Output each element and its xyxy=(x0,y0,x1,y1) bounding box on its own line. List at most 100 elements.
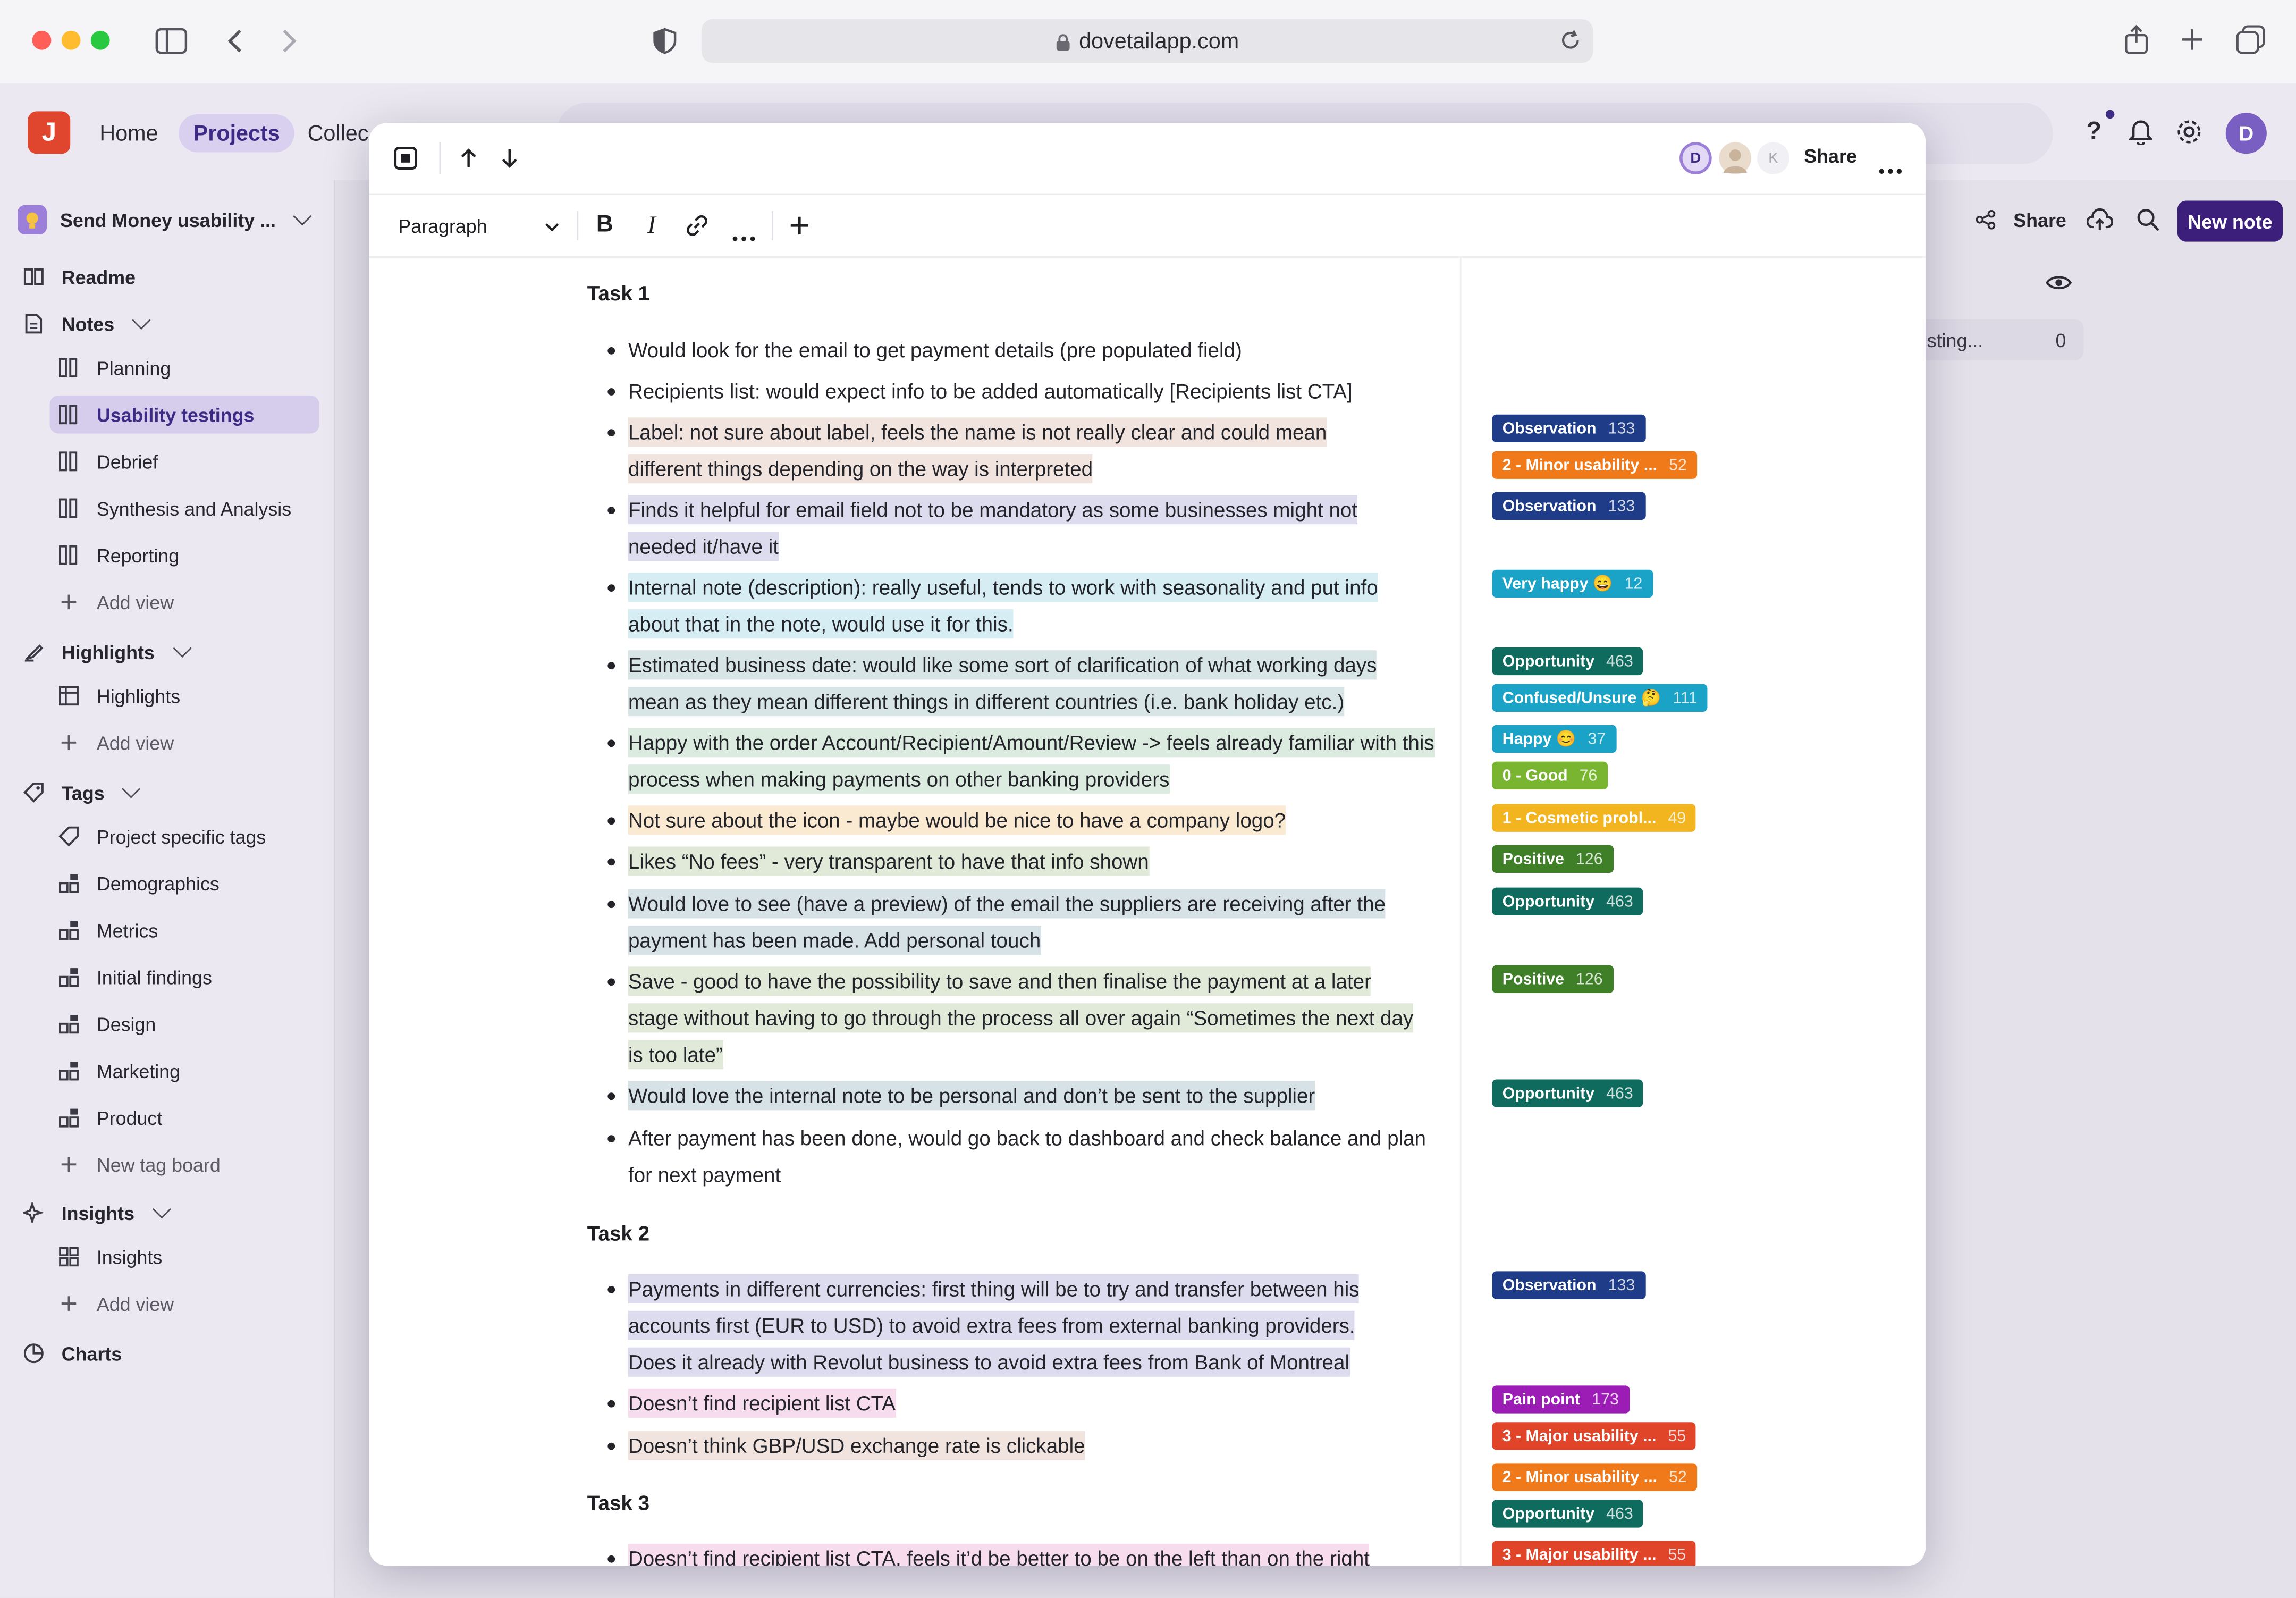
note-body[interactable]: Task 1 Would look for the email to get p… xyxy=(369,257,1462,1566)
tag-badge[interactable]: Opportunity 463 xyxy=(1492,1500,1644,1528)
highlighted-text[interactable]: Internal note (description): really usef… xyxy=(628,573,1378,639)
add-view-button[interactable]: Add view xyxy=(58,724,174,762)
help-icon[interactable]: ? xyxy=(2081,117,2107,146)
list-item[interactable]: Doesn’t find recipient list CTA, feels i… xyxy=(607,1541,1507,1566)
tag-badge[interactable]: Confused/Unsure 🤔 111 xyxy=(1492,684,1708,712)
app-logo[interactable]: J xyxy=(28,111,71,154)
tag-badge[interactable]: 2 - Minor usability ... 52 xyxy=(1492,1463,1698,1491)
link-icon[interactable] xyxy=(684,212,711,239)
sidebar-item-metrics[interactable]: Metrics xyxy=(58,911,158,949)
tag-badge[interactable]: Opportunity 463 xyxy=(1492,647,1644,676)
italic-icon[interactable]: I xyxy=(638,209,665,242)
list-item[interactable]: Would love the internal note to be perso… xyxy=(607,1078,1448,1115)
highlighted-text[interactable]: Estimated business date: would like some… xyxy=(628,650,1377,717)
tag-badge[interactable]: Pain point 173 xyxy=(1492,1385,1630,1414)
arrow-up-icon[interactable] xyxy=(457,145,480,172)
highlighted-text[interactable]: Finds it helpful for email field not to … xyxy=(628,495,1358,561)
modal-share-button[interactable]: Share xyxy=(1804,145,1857,167)
sidebar-section-notes[interactable]: Notes xyxy=(23,305,151,343)
list-item[interactable]: Would love to see (have a preview) of th… xyxy=(607,886,1426,960)
highlighted-text[interactable]: Likes “No fees” - very transparent to ha… xyxy=(628,846,1149,876)
more-options-icon[interactable] xyxy=(1879,155,1902,174)
sidebar-item-debrief[interactable]: Debrief xyxy=(58,442,158,481)
list-item[interactable]: Doesn’t find recipient list CTA xyxy=(607,1385,1448,1422)
forward-icon[interactable] xyxy=(278,27,301,56)
highlighted-text[interactable]: Would love the internal note to be perso… xyxy=(628,1081,1315,1111)
sidebar-item-product[interactable]: Product xyxy=(58,1098,162,1137)
sidebar-item-project-specific-tags[interactable]: Project specific tags xyxy=(58,817,266,855)
bold-icon[interactable]: B xyxy=(592,209,618,242)
list-item[interactable]: Happy with the order Account/Recipient/A… xyxy=(607,725,1441,798)
list-item[interactable]: After payment has been done, would go ba… xyxy=(607,1121,1426,1194)
highlighted-text[interactable]: Save - good to have the possibility to s… xyxy=(628,966,1414,1070)
tab-overview-icon[interactable] xyxy=(2236,25,2265,54)
highlighted-text[interactable]: Would love to see (have a preview) of th… xyxy=(628,889,1386,955)
upload-cloud-icon[interactable] xyxy=(2087,206,2113,233)
highlighted-text[interactable]: Payments in different currencies: first … xyxy=(628,1274,1360,1377)
search-icon[interactable] xyxy=(2135,206,2162,233)
tag-badge[interactable]: Positive 126 xyxy=(1492,845,1613,873)
zoom-window-button[interactable] xyxy=(90,30,110,50)
list-item[interactable]: Label: not sure about label, feels the n… xyxy=(607,415,1390,488)
sidebar-section-tags[interactable]: Tags xyxy=(23,773,141,812)
add-view-button[interactable]: Add view xyxy=(58,583,174,621)
list-item[interactable]: Finds it helpful for email field not to … xyxy=(607,492,1404,566)
highlighted-text[interactable]: Doesn’t find recipient list CTA, feels i… xyxy=(628,1543,1370,1566)
reload-icon[interactable] xyxy=(1559,29,1581,57)
list-item[interactable]: Would look for the email to get payment … xyxy=(607,332,1448,369)
new-tab-icon[interactable] xyxy=(2179,27,2206,53)
highlighted-text[interactable]: Happy with the order Account/Recipient/A… xyxy=(628,728,1434,794)
sidebar-item-demographics[interactable]: Demographics xyxy=(58,864,220,903)
tag-badge[interactable]: 1 - Cosmetic probl... 49 xyxy=(1492,804,1696,832)
tag-badge[interactable]: 3 - Major usability ... 55 xyxy=(1492,1422,1696,1450)
tag-badge[interactable]: Observation 133 xyxy=(1492,492,1645,520)
more-format-icon[interactable] xyxy=(732,223,756,241)
tag-badge[interactable]: Opportunity 463 xyxy=(1492,1079,1644,1107)
list-item[interactable]: Payments in different currencies: first … xyxy=(607,1271,1404,1381)
highlighted-text[interactable]: Doesn’t think GBP/USD exchange rate is c… xyxy=(628,1431,1085,1460)
bg-share-button[interactable]: Share xyxy=(1976,200,2066,239)
sidebar-item-marketing[interactable]: Marketing xyxy=(58,1052,180,1090)
minimize-window-button[interactable] xyxy=(61,30,81,50)
list-item[interactable]: Estimated business date: would like some… xyxy=(607,647,1426,721)
new-tag-board-button[interactable]: New tag board xyxy=(58,1145,221,1183)
collaborator-avatar-photo[interactable] xyxy=(1719,142,1752,174)
collaborator-avatar[interactable]: K xyxy=(1757,142,1789,174)
list-item[interactable]: Not sure about the icon - maybe would be… xyxy=(607,803,1448,839)
close-window-button[interactable] xyxy=(32,30,52,50)
sidebar-item-readme[interactable]: Readme xyxy=(23,258,136,296)
list-item[interactable]: Doesn’t think GBP/USD exchange rate is c… xyxy=(607,1428,1448,1465)
tag-badge[interactable]: Positive 126 xyxy=(1492,965,1613,993)
collapse-panel-icon[interactable] xyxy=(392,145,419,172)
sidebar-item-synthesis[interactable]: Synthesis and Analysis xyxy=(58,489,291,527)
nav-home[interactable]: Home xyxy=(85,114,173,153)
sidebar-item-reporting[interactable]: Reporting xyxy=(58,536,179,574)
sidebar-item-initial-findings[interactable]: Initial findings xyxy=(58,958,212,996)
highlighted-text[interactable]: Not sure about the icon - maybe would be… xyxy=(628,805,1286,835)
list-item[interactable]: Likes “No fees” - very transparent to ha… xyxy=(607,844,1448,880)
paragraph-style-select[interactable]: Paragraph xyxy=(398,212,559,239)
sidebar-toggle-icon[interactable] xyxy=(155,27,188,56)
sidebar-item-insights-grid[interactable]: Insights xyxy=(58,1238,162,1276)
user-avatar[interactable]: D xyxy=(2225,113,2267,154)
project-switcher[interactable]: Send Money usability ... xyxy=(18,200,313,239)
sidebar-section-highlights[interactable]: Highlights xyxy=(23,633,191,671)
sidebar-item-design[interactable]: Design xyxy=(58,1005,156,1043)
sidebar-item-highlights-table[interactable]: Highlights xyxy=(58,677,180,715)
tag-badge[interactable]: Happy 😊 37 xyxy=(1492,725,1616,753)
tag-badge[interactable]: Very happy 😄 12 xyxy=(1492,569,1653,598)
highlighted-text[interactable]: Doesn’t find recipient list CTA xyxy=(628,1388,896,1418)
list-item[interactable]: Save - good to have the possibility to s… xyxy=(607,964,1419,1074)
sidebar-item-charts[interactable]: Charts xyxy=(23,1334,122,1373)
bell-icon[interactable] xyxy=(2128,117,2154,146)
settings-gear-icon[interactable] xyxy=(2174,117,2204,146)
eye-icon[interactable] xyxy=(2044,270,2073,296)
list-item[interactable]: Recipients list: would expect info to be… xyxy=(607,374,1448,410)
arrow-down-icon[interactable] xyxy=(498,145,521,172)
highlighted-text[interactable]: Label: not sure about label, feels the n… xyxy=(628,417,1327,484)
back-icon[interactable] xyxy=(223,27,246,56)
privacy-shield-icon[interactable] xyxy=(652,27,678,56)
tag-badge[interactable]: 2 - Minor usability ... 52 xyxy=(1492,451,1698,479)
tag-badge[interactable]: Observation 133 xyxy=(1492,414,1645,443)
sidebar-item-usability-testings[interactable]: Usability testings xyxy=(49,395,319,434)
